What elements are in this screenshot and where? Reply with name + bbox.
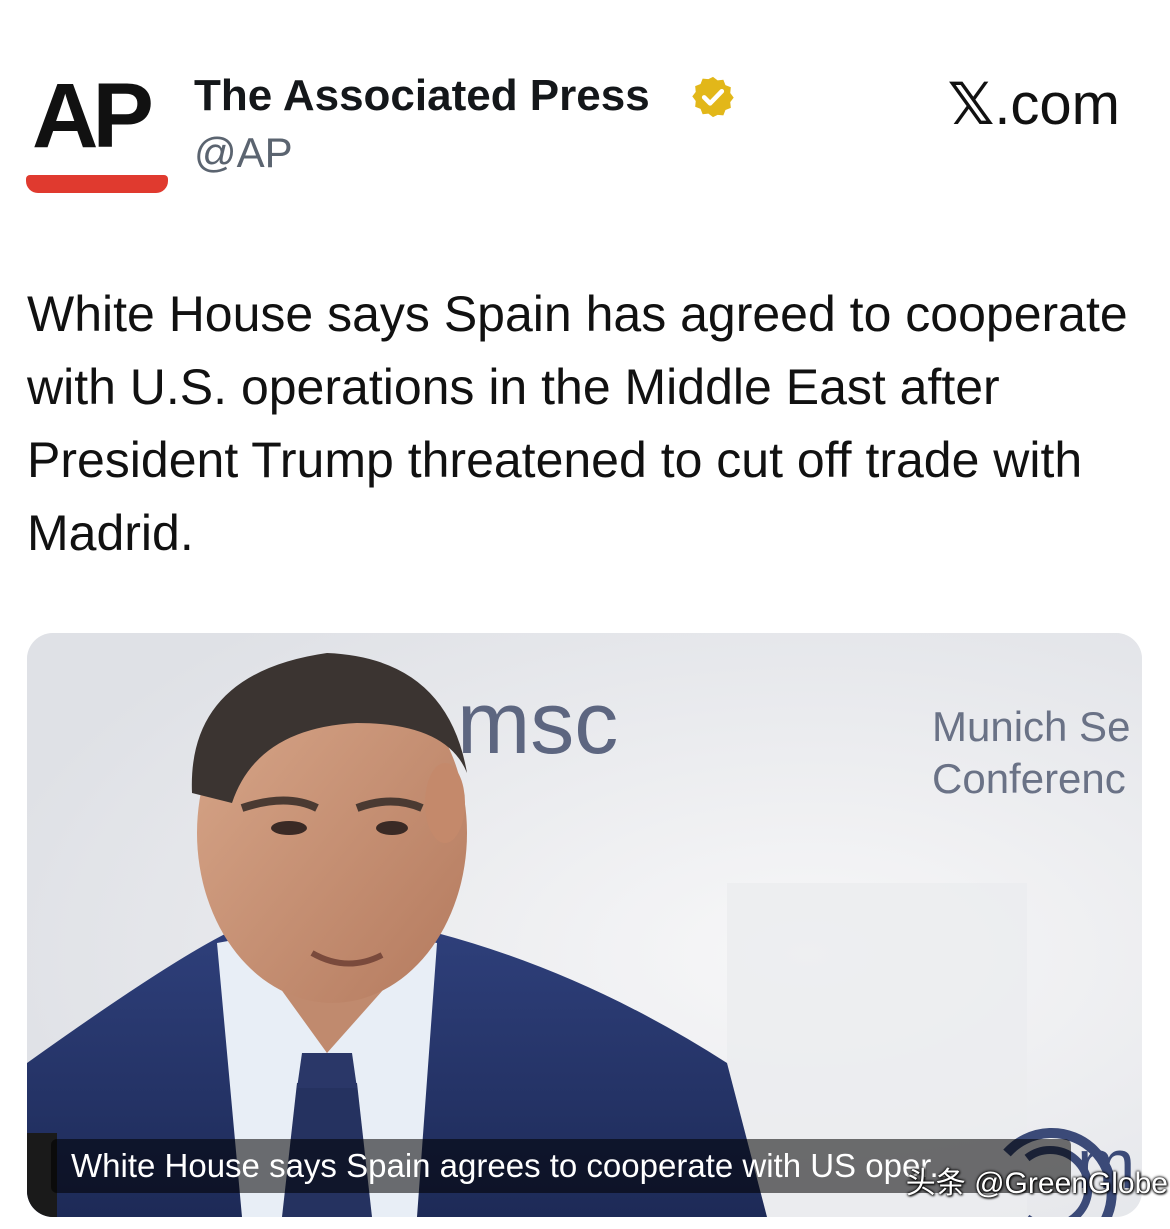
post-text: White House says Spain has agreed to coo…: [27, 286, 1128, 561]
photo-illustration: msc Munich Se Conferenc m: [27, 633, 1142, 1217]
account-handle[interactable]: @AP: [194, 128, 293, 178]
post-header: AP The Associated Press @AP 𝕏.com: [0, 0, 1170, 220]
x-logo-icon: 𝕏: [947, 70, 995, 138]
watermark-text: 头条 @GreenGlobe: [905, 1167, 1168, 1200]
backdrop-msc-text: msc: [457, 673, 618, 772]
ap-logo-avatar[interactable]: AP: [26, 66, 172, 198]
account-name[interactable]: The Associated Press: [194, 70, 650, 122]
verified-badge-icon: [692, 76, 734, 118]
post-media-image[interactable]: msc Munich Se Conferenc m White House sa…: [27, 633, 1142, 1217]
source-label: 𝕏.com: [948, 72, 1120, 137]
ap-logo-letters: AP: [32, 65, 154, 167]
backdrop-munich-text: Munich Se: [932, 703, 1130, 750]
source-domain: .com: [994, 72, 1120, 137]
ap-logo-red-bar: [26, 175, 168, 193]
backdrop-conference-text: Conferenc: [932, 755, 1126, 802]
